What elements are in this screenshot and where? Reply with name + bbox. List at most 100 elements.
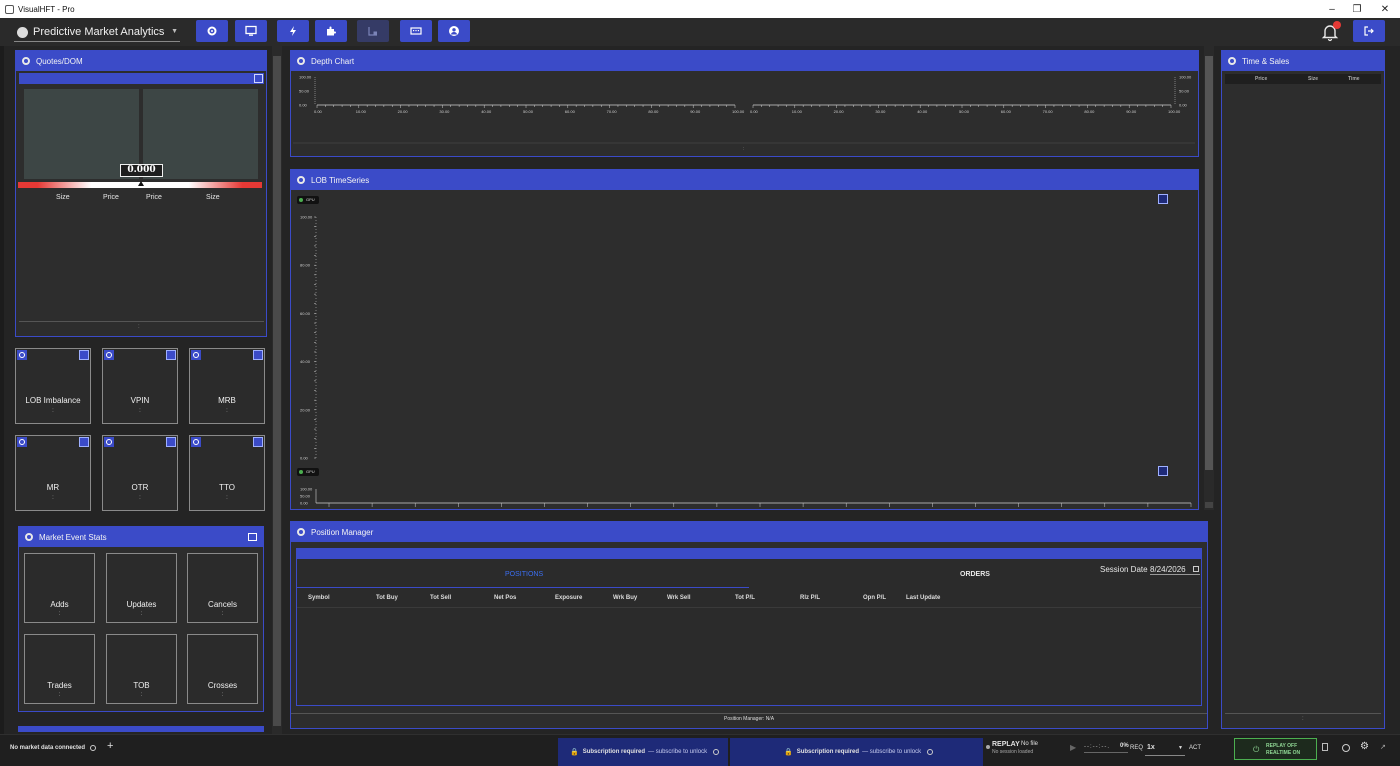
tile-mr[interactable]: MR: xyxy=(15,435,91,511)
column-header[interactable]: Tot Buy xyxy=(376,595,398,601)
tile-vpin[interactable]: VPIN: xyxy=(102,348,178,424)
left-scrollbar-thumb[interactable] xyxy=(273,56,281,726)
tab-positions[interactable]: POSITIONS xyxy=(505,571,543,578)
x-tick-label: 30.00 xyxy=(439,109,450,114)
center-scrollbar-thumb[interactable] xyxy=(1205,56,1213,470)
logout-button[interactable] xyxy=(1353,20,1385,42)
subscription-banner-1[interactable]: 🔒 Subscription required — subscribe to u… xyxy=(558,738,728,766)
puzzle-icon xyxy=(327,26,336,36)
replay-realtime-toggle[interactable]: ⏻ REPLAY OFF REALTIME ON xyxy=(1234,738,1317,760)
column-header[interactable]: Rlz P/L xyxy=(800,595,820,601)
maximize-button[interactable]: ❐ xyxy=(1343,0,1371,18)
info-icon[interactable] xyxy=(927,749,934,755)
resize-handle[interactable]: : xyxy=(1302,716,1304,722)
time-sales-table-header: Price Size Time xyxy=(1225,74,1381,84)
lob-timeseries-svg: 100.00 80.00 60.00 40.00 20.00 0.00 100.00 50.… xyxy=(300,215,1192,507)
gear-icon[interactable] xyxy=(17,437,27,447)
tile-otr[interactable]: OTR: xyxy=(102,435,178,511)
monitor-button[interactable] xyxy=(235,20,267,42)
replay-session: No session loaded xyxy=(992,749,1034,755)
add-connection-button[interactable]: + xyxy=(107,740,113,752)
calendar-icon[interactable] xyxy=(1193,566,1199,572)
gear-icon[interactable] xyxy=(297,176,305,184)
resize-handle[interactable]: : xyxy=(743,146,744,152)
subscription-banner-2[interactable]: 🔒 Subscription required — subscribe to u… xyxy=(730,738,983,766)
tile-label: MR xyxy=(46,483,60,492)
chart-icon[interactable] xyxy=(166,350,176,360)
chart-icon[interactable] xyxy=(248,533,257,541)
column-header[interactable]: Wrk Buy xyxy=(613,595,637,601)
plugins-button[interactable] xyxy=(315,20,347,42)
close-button[interactable]: ✕ xyxy=(1371,0,1399,18)
about-icon[interactable] xyxy=(1342,744,1350,752)
stat-trades: Trades: xyxy=(24,634,95,704)
left-scrollbar[interactable] xyxy=(272,46,282,734)
speed-select[interactable]: 1x ▼ xyxy=(1145,740,1185,756)
position-manager-header: Position Manager xyxy=(291,522,1207,542)
lock-icon: 🔒 xyxy=(570,749,579,756)
gear-icon[interactable] xyxy=(17,350,27,360)
tile-mrb[interactable]: MRB: xyxy=(189,348,265,424)
tile-tto[interactable]: TTO: xyxy=(189,435,265,511)
account-button[interactable] xyxy=(438,20,470,42)
gear-icon[interactable] xyxy=(104,350,114,360)
gear-icon[interactable] xyxy=(22,57,30,65)
column-header[interactable]: Net Pos xyxy=(494,595,516,601)
chart-icon[interactable] xyxy=(253,350,263,360)
gear-icon[interactable] xyxy=(191,350,201,360)
y-tick-label: 100.00 xyxy=(299,75,312,80)
chart-icon[interactable] xyxy=(79,350,89,360)
gear-icon[interactable] xyxy=(297,528,305,536)
col-bid-price: Price xyxy=(103,194,119,201)
resize-handle[interactable]: : xyxy=(138,324,140,330)
bookmark-icon[interactable] xyxy=(1322,743,1328,751)
collapsed-panel-header[interactable] xyxy=(18,726,264,732)
title-bar: VisualHFT - Pro – ❐ ✕ xyxy=(0,0,1400,18)
tab-orders[interactable]: ORDERS xyxy=(960,571,990,578)
info-icon[interactable] xyxy=(713,749,720,755)
gear-icon[interactable] xyxy=(297,57,305,65)
chart-icon[interactable] xyxy=(166,437,176,447)
stat-updates: Updates: xyxy=(106,553,177,623)
x-tick-label: 100.00 xyxy=(732,109,745,114)
resize-grip-icon[interactable]: ↗ xyxy=(1380,743,1386,751)
replay-progress[interactable] xyxy=(1084,752,1128,753)
column-header[interactable]: Tot P/L xyxy=(735,595,755,601)
notifications-button[interactable] xyxy=(1320,21,1341,42)
gear-icon[interactable] xyxy=(1228,57,1236,65)
column-header[interactable]: Tot Sell xyxy=(430,595,451,601)
chart-icon[interactable] xyxy=(79,437,89,447)
y-tick-label: 60.00 xyxy=(300,311,311,316)
column-header[interactable]: Symbol xyxy=(308,595,330,601)
bolt-button[interactable] xyxy=(277,20,309,42)
notification-badge xyxy=(1333,21,1341,29)
gear-icon[interactable] xyxy=(104,437,114,447)
info-icon[interactable] xyxy=(90,745,96,751)
act-label: ACT xyxy=(1189,745,1201,751)
tile-lob-imbalance[interactable]: LOB Imbalance: xyxy=(15,348,91,424)
chevron-down-icon: ▼ xyxy=(1178,745,1183,751)
column-header[interactable]: Wrk Sell xyxy=(667,595,691,601)
depth-chart-svg: 100.00 50.00 0.00 0.00 10.00 20.00 30.00 40.00 5… xyxy=(293,75,1195,144)
gear-icon[interactable] xyxy=(25,533,33,541)
settings-button[interactable] xyxy=(196,20,228,42)
chart-icon[interactable] xyxy=(253,437,263,447)
gear-icon[interactable] xyxy=(191,437,201,447)
pop-out-icon[interactable] xyxy=(254,74,263,83)
study-select[interactable]: Predictive Market Analytics ▼ xyxy=(14,23,180,42)
gear-icon[interactable]: ⚙ xyxy=(1360,741,1369,752)
layout-button[interactable] xyxy=(400,20,432,42)
scroll-down-arrow[interactable] xyxy=(1205,502,1213,508)
column-header[interactable]: Opn P/L xyxy=(863,595,886,601)
center-scrollbar[interactable] xyxy=(1204,46,1214,510)
play-icon[interactable]: ▶ xyxy=(1070,743,1076,752)
column-header[interactable]: Exposure xyxy=(555,595,582,601)
minimize-button[interactable]: – xyxy=(1318,0,1346,18)
stat-label: Updates xyxy=(126,600,157,609)
column-header[interactable]: Last Update xyxy=(906,595,940,601)
y-tick-label: 100.00 xyxy=(300,215,313,220)
lock-icon: 🔒 xyxy=(784,749,793,756)
time-sales-title: Time & Sales xyxy=(1242,56,1290,66)
lob-small-axis: 100.00 50.00 0.00 xyxy=(300,487,1192,507)
analytics-button[interactable] xyxy=(357,20,389,42)
